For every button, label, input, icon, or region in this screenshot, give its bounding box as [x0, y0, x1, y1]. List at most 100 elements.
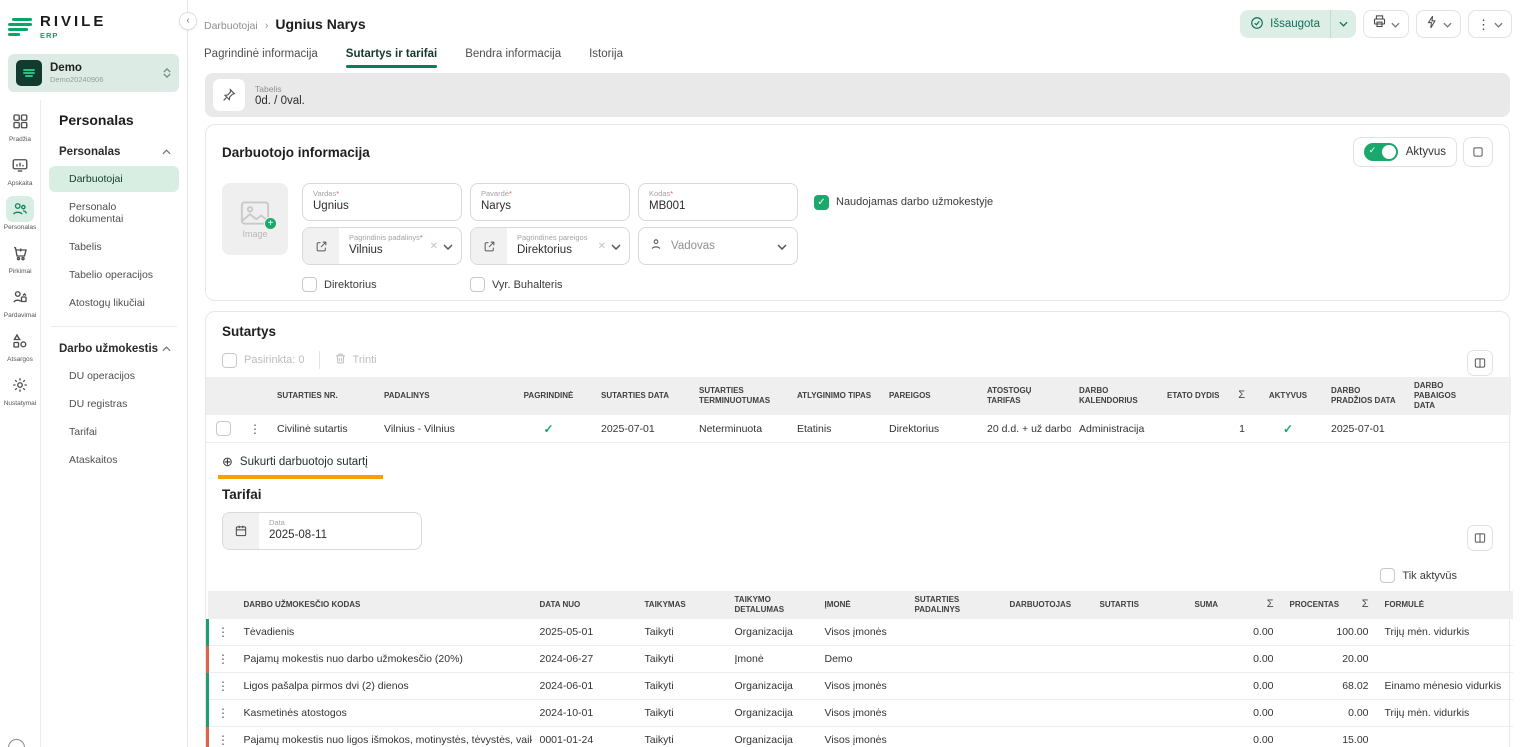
first-name-field[interactable]: Vardas* Ugnius — [302, 183, 462, 221]
active-toggle[interactable]: ✓ Aktyvus — [1353, 137, 1457, 167]
tariff-row[interactable]: ⋮ Pajamų mokestis nuo darbo užmokesčio (… — [208, 646, 1513, 673]
square-icon — [1471, 145, 1485, 159]
workspace-selector[interactable]: Demo Demo20240906 — [8, 54, 179, 92]
rail-item-pradzia[interactable]: Pradžia — [0, 108, 40, 143]
check-icon: ✓ — [543, 422, 553, 436]
position-field[interactable]: Pagrindinės pareigos Direktorius ✕ — [470, 227, 630, 265]
contracts-toolbar: Pasirinkta: 0 Trinti — [206, 351, 1509, 369]
module-rail: Pradžia Apskaita Personalas — [0, 100, 40, 747]
brand-sub: ERP — [40, 31, 106, 40]
rail-item-apskaita[interactable]: Apskaita — [0, 152, 40, 187]
photo-upload[interactable]: + Image — [222, 183, 288, 255]
saved-button[interactable]: Išsaugota — [1240, 10, 1356, 38]
brand-name: RIVILE — [40, 14, 106, 29]
check-icon: ✓ — [1283, 422, 1293, 436]
cart-icon — [6, 240, 34, 266]
contracts-title: Sutartys — [206, 324, 1509, 339]
row-menu-icon[interactable]: ⋮ — [208, 646, 236, 673]
contract-row[interactable]: ⋮ Civilinė sutartis Vilnius - Vilnius ✓ … — [206, 415, 1511, 443]
department-field[interactable]: Pagrindinis padalinys* Vilnius ✕ — [302, 227, 462, 265]
chevron-down-icon[interactable] — [1330, 10, 1356, 38]
sidebar-item-du-registras[interactable]: DU registras — [49, 391, 179, 417]
row-menu-icon[interactable]: ⋮ — [208, 700, 236, 727]
chevron-down-icon — [777, 237, 787, 255]
last-name-field[interactable]: Pavardė* Narys — [470, 183, 630, 221]
workspace-name: Demo — [50, 62, 155, 74]
quick-actions-button[interactable] — [1416, 10, 1461, 38]
tariff-date-field[interactable]: Data 2025-08-11 — [222, 512, 422, 550]
pin-icon — [213, 79, 245, 111]
sidebar-item-tabelio-operacijos[interactable]: Tabelio operacijos — [49, 262, 179, 288]
contracts-header-row: SUTARTIES NR. PADALINYS PAGRINDINĖ SUTAR… — [206, 377, 1511, 415]
rail-item-personalas[interactable]: Personalas — [0, 196, 40, 231]
toolbar-divider — [319, 351, 320, 369]
sales-icon — [6, 284, 34, 310]
sidebar-group-darbo-uzmokestis[interactable]: Darbo užmokestis — [47, 337, 181, 361]
delete-button[interactable]: Trinti — [334, 352, 377, 368]
main-area: Darbuotojai › Ugnius Narys Išsaugota — [188, 0, 1526, 747]
active-section-underline — [218, 475, 383, 479]
menu-divider — [51, 326, 177, 327]
tab-sutartys-ir-tarifai[interactable]: Sutartys ir tarifai — [346, 48, 437, 68]
tariff-row[interactable]: ⋮ Pajamų mokestis nuo ligos išmokos, mot… — [208, 727, 1513, 747]
tariff-row[interactable]: ⋮ Ligos pašalpa pirmos dvi (2) dienos202… — [208, 673, 1513, 700]
kebab-menu-icon: ⋮ — [1477, 18, 1490, 31]
clear-icon[interactable]: ✕ — [598, 241, 606, 252]
rail-item-nustatymai[interactable]: Nustatymai — [0, 372, 40, 407]
external-link-icon[interactable] — [303, 228, 339, 264]
workspace-swap-icon — [163, 68, 171, 78]
sidebar-menu: Personalas Personalas Darbuotojai Person… — [40, 100, 187, 747]
tab-bendra-informacija[interactable]: Bendra informacija — [465, 48, 561, 68]
row-menu-icon[interactable]: ⋮ — [208, 727, 236, 747]
columns-settings-button[interactable] — [1467, 350, 1493, 376]
sidebar-item-atostogu-likuciai[interactable]: Atostogų likučiai — [49, 290, 179, 316]
breadcrumb: Darbuotojai › Ugnius Narys — [204, 16, 366, 32]
toggle-on-icon: ✓ — [1364, 143, 1398, 161]
sidebar-item-tabelis[interactable]: Tabelis — [49, 234, 179, 260]
tabelis-summary-bar[interactable]: Tabelis 0d. / 0val. — [205, 73, 1510, 117]
director-checkbox[interactable]: Direktorius — [302, 277, 462, 292]
row-menu-icon[interactable]: ⋮ — [208, 619, 236, 646]
row-menu-icon[interactable]: ⋮ — [208, 673, 236, 700]
breadcrumb-parent[interactable]: Darbuotojai — [204, 20, 258, 32]
contracts-table: SUTARTIES NR. PADALINYS PAGRINDINĖ SUTAR… — [206, 377, 1511, 443]
payroll-checkbox[interactable]: ✓ Naudojamas darbo užmokestyje — [814, 195, 993, 210]
checkbox-unchecked-icon — [302, 277, 317, 292]
select-all-checkbox[interactable]: Pasirinkta: 0 — [222, 353, 305, 368]
rail-item-atsargos[interactable]: Atsargos — [0, 328, 40, 363]
rail-item-pardavimai[interactable]: Pardavimai — [0, 284, 40, 319]
check-circle-icon — [1250, 16, 1264, 33]
workspace-code: Demo20240906 — [50, 75, 155, 84]
tariff-row[interactable]: ⋮ Kasmetinės atostogos2024-10-01 Taikyti… — [208, 700, 1513, 727]
tab-pagrindine-informacija[interactable]: Pagrindinė informacija — [204, 48, 318, 68]
tab-istorija[interactable]: Istorija — [589, 48, 623, 68]
rail-item-pirkimai[interactable]: Pirkimai — [0, 240, 40, 275]
more-button[interactable]: ⋮ — [1468, 10, 1512, 38]
chevron-down-icon[interactable] — [443, 237, 453, 255]
sidebar-item-ataskaitos[interactable]: Ataskaitos — [49, 447, 179, 473]
sidebar-item-tarifai[interactable]: Tarifai — [49, 419, 179, 445]
add-photo-icon: + — [264, 217, 277, 230]
sidebar-item-du-operacijos[interactable]: DU operacijos — [49, 363, 179, 389]
tariff-row[interactable]: ⋮ Tėvadienis2025-05-01 TaikytiOrganizaci… — [208, 619, 1513, 646]
create-contract-button[interactable]: ⊕ Sukurti darbuotojo sutartį — [222, 454, 368, 470]
columns-settings-button[interactable] — [1467, 525, 1493, 551]
chevron-up-icon — [162, 343, 171, 355]
history-button[interactable] — [1463, 137, 1493, 167]
tab-content: Tabelis 0d. / 0val. Darbuotojo informaci… — [188, 68, 1526, 747]
manager-select[interactable]: Vadovas — [638, 227, 798, 265]
chief-accountant-checkbox[interactable]: Vyr. Buhalteris — [470, 277, 630, 292]
clear-icon[interactable]: ✕ — [430, 241, 438, 252]
only-active-checkbox[interactable]: Tik aktyvūs — [1380, 568, 1457, 583]
chevron-down-icon[interactable] — [611, 237, 621, 255]
row-checkbox[interactable] — [216, 421, 231, 436]
code-field[interactable]: Kodas* MB001 — [638, 183, 798, 221]
sidebar-item-personalo-dokumentai[interactable]: Personalo dokumentai — [49, 194, 179, 232]
trash-icon — [334, 352, 347, 368]
row-menu-icon[interactable]: ⋮ — [241, 415, 269, 443]
collapse-sidebar-button[interactable]: ‹ — [179, 12, 197, 30]
print-button[interactable] — [1363, 10, 1409, 38]
external-link-icon[interactable] — [471, 228, 507, 264]
sidebar-group-personalas[interactable]: Personalas — [47, 140, 181, 164]
sidebar-item-darbuotojai[interactable]: Darbuotojai — [49, 166, 179, 192]
